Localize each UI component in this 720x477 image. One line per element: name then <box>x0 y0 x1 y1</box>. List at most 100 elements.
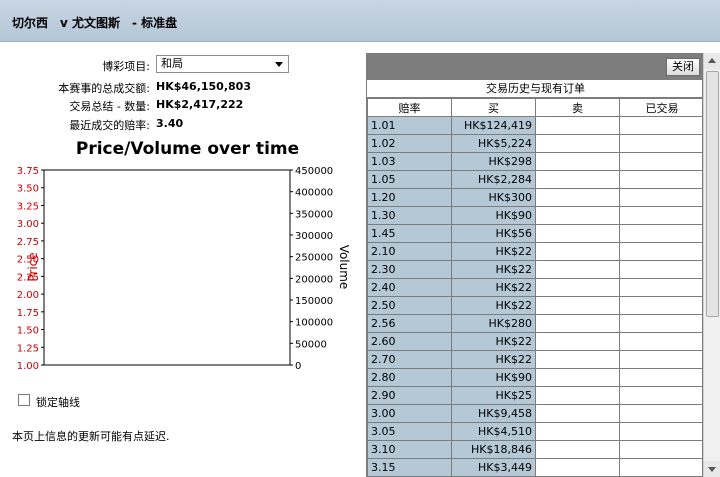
lay-cell[interactable] <box>535 260 620 279</box>
back-cell[interactable]: HK$25 <box>451 386 536 405</box>
lay-cell[interactable] <box>535 206 620 225</box>
matched-cell <box>619 260 702 279</box>
odds-cell[interactable]: 1.02 <box>367 134 452 153</box>
lay-cell[interactable] <box>535 296 620 315</box>
scroll-up-icon[interactable] <box>704 53 720 69</box>
lay-cell[interactable] <box>535 170 620 189</box>
back-cell[interactable]: HK$22 <box>451 242 536 261</box>
vertical-scrollbar[interactable] <box>703 53 720 477</box>
y-tick-label: 3.50 <box>17 184 39 195</box>
matched-cell <box>619 350 702 369</box>
odds-cell[interactable]: 2.50 <box>367 296 452 315</box>
odds-cell[interactable]: 2.30 <box>367 260 452 279</box>
odds-cell[interactable]: 2.70 <box>367 350 452 369</box>
lock-axis-label: 锁定轴线 <box>36 396 80 409</box>
y-tick-label: 3.75 <box>17 166 39 177</box>
back-cell[interactable]: HK$280 <box>451 314 536 333</box>
lay-cell[interactable] <box>535 188 620 207</box>
close-button[interactable]: 关闭 <box>666 58 700 76</box>
odds-cell[interactable]: 2.56 <box>367 314 452 333</box>
odds-cell[interactable]: 3.05 <box>367 422 452 441</box>
y-tick-label: 2.00 <box>17 290 39 301</box>
back-cell[interactable]: HK$22 <box>451 278 536 297</box>
lay-cell[interactable] <box>535 242 620 261</box>
y2-tick-label: 400000 <box>295 188 333 199</box>
lay-cell[interactable] <box>535 278 620 297</box>
orders-panel: 关闭 交易历史与现有订单 赔率 买 卖 已交易 1.01 HK$124,419 1.… <box>366 53 703 477</box>
matched-cell <box>619 440 702 459</box>
y-tick-label: 3.00 <box>17 219 39 230</box>
back-cell[interactable]: HK$22 <box>451 296 536 315</box>
back-cell[interactable]: HK$2,284 <box>451 170 536 189</box>
odds-cell[interactable]: 1.20 <box>367 188 452 207</box>
back-cell[interactable]: HK$22 <box>451 350 536 369</box>
back-cell[interactable]: HK$298 <box>451 152 536 171</box>
lay-cell[interactable] <box>535 134 620 153</box>
total-volume-value: HK$2,417,222 <box>156 98 244 111</box>
scroll-down-icon[interactable] <box>704 461 720 477</box>
odds-cell[interactable]: 1.05 <box>367 170 452 189</box>
y-axis-label: Price <box>26 252 40 281</box>
odds-cell[interactable]: 1.03 <box>367 152 452 171</box>
lay-cell[interactable] <box>535 332 620 351</box>
orders-panel-title: 交易历史与现有订单 <box>367 80 702 98</box>
back-cell[interactable]: HK$22 <box>451 332 536 351</box>
lay-cell[interactable] <box>535 116 620 135</box>
lay-cell[interactable] <box>535 422 620 441</box>
lay-cell[interactable] <box>535 152 620 171</box>
orders-table: 赔率 买 卖 已交易 1.01 HK$124,419 1.02 HK$5,224 1.0… <box>367 98 702 476</box>
y-tick-label: 1.75 <box>17 308 39 319</box>
y-tick-label: 1.50 <box>17 326 39 337</box>
lay-cell[interactable] <box>535 224 620 243</box>
table-row: 3.00 HK$9,458 <box>367 404 702 423</box>
odds-cell[interactable]: 2.10 <box>367 242 452 261</box>
back-cell[interactable]: HK$18,846 <box>451 440 536 459</box>
col-header-matched: 已交易 <box>619 98 702 117</box>
col-header-back: 买 <box>451 98 536 117</box>
table-row: 3.05 HK$4,510 <box>367 422 702 441</box>
odds-cell[interactable]: 1.01 <box>367 116 452 135</box>
last-price-label: 最近成交的赔率: <box>69 119 150 132</box>
table-row: 1.45 HK$56 <box>367 224 702 243</box>
matched-cell <box>619 242 702 261</box>
lay-cell[interactable] <box>535 458 620 476</box>
back-cell[interactable]: HK$90 <box>451 368 536 387</box>
table-row: 2.70 HK$22 <box>367 350 702 369</box>
odds-cell[interactable]: 1.45 <box>367 224 452 243</box>
bet-type-select[interactable]: 和局 <box>156 55 289 73</box>
lay-cell[interactable] <box>535 440 620 459</box>
back-cell[interactable]: HK$300 <box>451 188 536 207</box>
back-cell[interactable]: HK$22 <box>451 260 536 279</box>
odds-cell[interactable]: 2.90 <box>367 386 452 405</box>
y2-tick-label: 350000 <box>295 209 333 220</box>
odds-cell[interactable]: 3.00 <box>367 404 452 423</box>
odds-cell[interactable]: 2.60 <box>367 332 452 351</box>
lay-cell[interactable] <box>535 404 620 423</box>
table-row: 1.01 HK$124,419 <box>367 116 702 135</box>
odds-cell[interactable]: 1.30 <box>367 206 452 225</box>
scroll-thumb[interactable] <box>706 71 719 317</box>
back-cell[interactable]: HK$5,224 <box>451 134 536 153</box>
back-cell[interactable]: HK$90 <box>451 206 536 225</box>
lay-cell[interactable] <box>535 368 620 387</box>
y2-axis-label: Volume <box>337 245 351 290</box>
back-cell[interactable]: HK$124,419 <box>451 116 536 135</box>
odds-cell[interactable]: 3.15 <box>367 458 452 476</box>
checkbox-icon <box>18 394 30 406</box>
matched-cell <box>619 170 702 189</box>
odds-cell[interactable]: 2.80 <box>367 368 452 387</box>
lay-cell[interactable] <box>535 314 620 333</box>
odds-cell[interactable]: 2.40 <box>367 278 452 297</box>
total-matched-value: HK$46,150,803 <box>156 80 251 93</box>
back-cell[interactable]: HK$3,449 <box>451 458 536 476</box>
matched-cell <box>619 404 702 423</box>
table-row: 3.15 HK$3,449 <box>367 458 702 476</box>
lay-cell[interactable] <box>535 386 620 405</box>
y2-tick-label: 100000 <box>295 318 333 329</box>
title-bar: 切尔西 v 尤文图斯 - 标准盘 <box>0 0 720 42</box>
back-cell[interactable]: HK$56 <box>451 224 536 243</box>
odds-cell[interactable]: 3.10 <box>367 440 452 459</box>
back-cell[interactable]: HK$9,458 <box>451 404 536 423</box>
lay-cell[interactable] <box>535 350 620 369</box>
back-cell[interactable]: HK$4,510 <box>451 422 536 441</box>
